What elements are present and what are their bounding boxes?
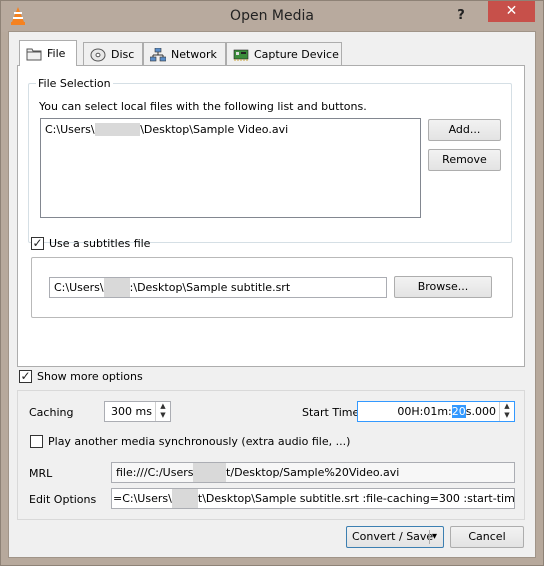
- mrl-label: MRL: [29, 467, 53, 480]
- tab-network-label: Network: [171, 48, 217, 61]
- redacted-username: xxxxx: [193, 463, 227, 482]
- network-icon: [150, 47, 166, 61]
- start-time-label: Start Time: [302, 406, 360, 419]
- sync-media-label: Play another media synchronously (extra …: [48, 435, 351, 448]
- start-time-spin-arrows[interactable]: ▲ ▼: [499, 402, 514, 421]
- redacted-username: xxxx: [103, 278, 130, 297]
- split-divider: [429, 530, 430, 544]
- start-time-before: 00H:01m:: [397, 405, 452, 418]
- tab-disc[interactable]: Disc: [83, 42, 143, 66]
- close-button[interactable]: ✕: [488, 1, 535, 22]
- remove-button[interactable]: Remove: [428, 149, 501, 171]
- subtitles-checkbox-label: Use a subtitles file: [49, 237, 151, 250]
- start-time-spinbox[interactable]: 00H:01m:20s.000 ▲ ▼: [357, 401, 515, 422]
- convert-save-button[interactable]: Convert / Save ▾: [346, 526, 444, 548]
- spin-up-icon[interactable]: ▲: [500, 402, 514, 411]
- subtitle-path-prefix: C:\Users\: [54, 281, 104, 294]
- caching-spinbox[interactable]: 300 ms ▲ ▼: [104, 401, 171, 422]
- convert-save-label: Convert / Save: [352, 530, 434, 543]
- file-list[interactable]: C:\Users\xxxxxxx\Desktop\Sample Video.av…: [40, 118, 421, 218]
- redacted-username: xxxx: [171, 489, 198, 508]
- title-bar[interactable]: Open Media ? ✕: [1, 1, 543, 32]
- spin-down-icon[interactable]: ▼: [156, 411, 170, 420]
- tab-capture-device-label: Capture Device: [254, 48, 339, 61]
- spin-down-icon[interactable]: ▼: [500, 411, 514, 420]
- edit-options-label: Edit Options: [29, 493, 97, 506]
- mrl-field[interactable]: file:///C:/Usersxxxxxt/Desktop/Sample%20…: [111, 462, 515, 483]
- show-more-options-checkbox[interactable]: ✓: [19, 370, 32, 383]
- start-time-after: s.000: [465, 405, 496, 418]
- browse-button[interactable]: Browse...: [394, 276, 492, 298]
- add-button[interactable]: Add...: [428, 119, 501, 141]
- mrl-prefix: file:///C:/Users: [116, 466, 194, 479]
- subtitle-path-suffix: :\Desktop\Sample subtitle.srt: [129, 281, 291, 294]
- help-button[interactable]: ?: [449, 6, 473, 26]
- dropdown-arrow-icon[interactable]: ▾: [432, 527, 437, 547]
- caching-value: 300 ms: [111, 405, 152, 418]
- tab-disc-label: Disc: [111, 48, 135, 61]
- redacted-username: xxxxxxx: [94, 123, 141, 136]
- disc-icon: [90, 48, 106, 61]
- folder-icon: [26, 48, 42, 60]
- caching-spin-arrows[interactable]: ▲ ▼: [155, 402, 170, 421]
- sync-media-checkbox[interactable]: [30, 435, 43, 448]
- tab-file[interactable]: File: [19, 40, 77, 66]
- edit-options-prefix: =C:\Users\: [113, 492, 172, 505]
- caching-label: Caching: [29, 406, 74, 419]
- tab-file-label: File: [47, 47, 66, 60]
- file-path-prefix: C:\Users\: [45, 123, 95, 136]
- mrl-suffix: t/Desktop/Sample%20Video.avi: [226, 466, 400, 479]
- subtitles-checkbox[interactable]: ✓: [31, 237, 44, 250]
- subtitle-path-field[interactable]: C:\Users\xxxx:\Desktop\Sample subtitle.s…: [49, 277, 387, 298]
- tab-network[interactable]: Network: [143, 42, 226, 66]
- show-more-options-label: Show more options: [37, 370, 143, 383]
- edit-options-field[interactable]: =C:\Users\xxxxt\Desktop\Sample subtitle.…: [111, 488, 515, 509]
- tab-panel-file: File Selection You can select local file…: [17, 65, 525, 367]
- cancel-button[interactable]: Cancel: [450, 526, 524, 548]
- start-time-value: 00H:01m:20s.000: [397, 402, 496, 421]
- tab-capture-device[interactable]: Capture Device: [226, 42, 342, 66]
- spin-up-icon[interactable]: ▲: [156, 402, 170, 411]
- edit-options-suffix: t\Desktop\Sample subtitle.srt :file-cach…: [197, 492, 515, 505]
- capture-card-icon: [233, 49, 249, 61]
- file-path-suffix: \Desktop\Sample Video.avi: [140, 123, 289, 136]
- advanced-options-panel: Caching 300 ms ▲ ▼ Start Time 00H:01m:20…: [17, 390, 525, 520]
- start-time-selected: 20: [451, 405, 466, 418]
- list-item[interactable]: C:\Users\xxxxxxx\Desktop\Sample Video.av…: [45, 123, 288, 136]
- file-selection-description: You can select local files with the foll…: [39, 100, 367, 113]
- file-selection-title: File Selection: [36, 77, 113, 90]
